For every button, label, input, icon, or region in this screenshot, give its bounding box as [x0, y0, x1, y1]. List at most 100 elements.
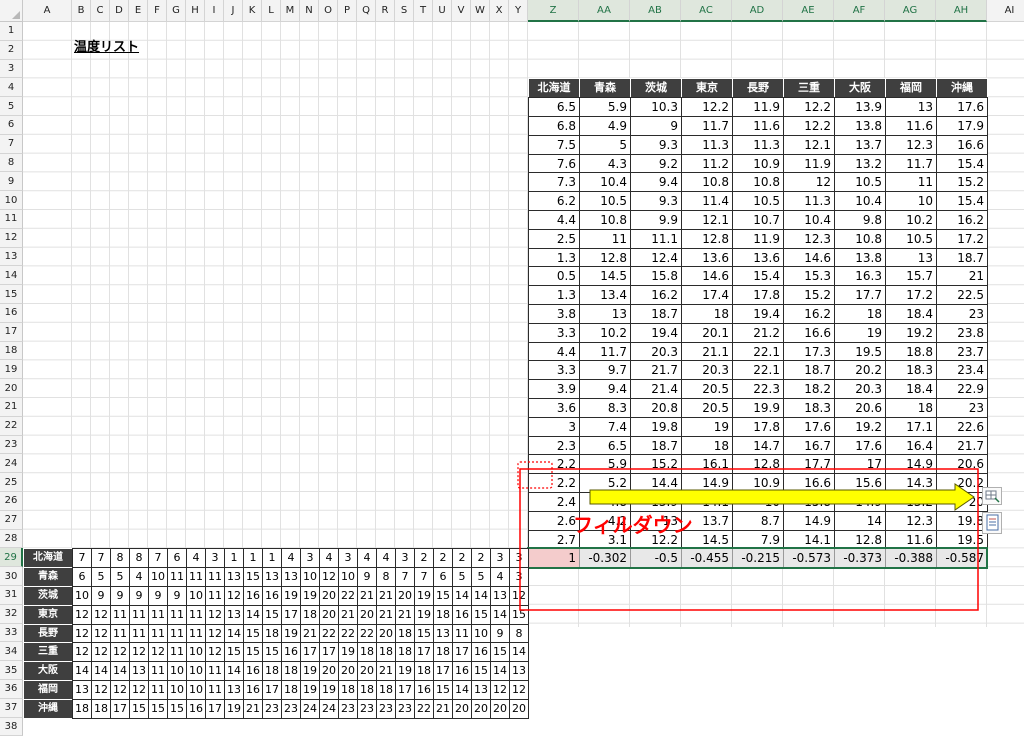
- data-cell[interactable]: 16: [414, 680, 434, 700]
- data-cell[interactable]: 13: [224, 680, 244, 700]
- data-cell[interactable]: 10: [186, 642, 206, 663]
- data-cell[interactable]: 15: [129, 698, 149, 719]
- data-cell[interactable]: 21: [243, 698, 263, 719]
- data-cell[interactable]: 14: [452, 680, 472, 700]
- data-cell[interactable]: 17: [414, 642, 434, 663]
- data-cell[interactable]: 23: [376, 698, 396, 719]
- quick-analysis-icon[interactable]: [982, 487, 1002, 505]
- data-cell[interactable]: 15: [262, 642, 282, 663]
- data-cell[interactable]: 23: [281, 698, 301, 719]
- data-cell[interactable]: 18: [281, 680, 301, 700]
- data-cell[interactable]: 14: [224, 661, 244, 681]
- data-cell[interactable]: 23: [338, 698, 358, 719]
- data-cell[interactable]: 11: [205, 661, 225, 681]
- data-cell[interactable]: 16: [471, 642, 491, 663]
- data-cell[interactable]: 24: [319, 698, 339, 719]
- data-cell[interactable]: 11: [167, 642, 187, 663]
- data-cell[interactable]: 17: [395, 680, 415, 700]
- data-cell[interactable]: 18: [357, 680, 377, 700]
- data-cell[interactable]: 12: [91, 642, 111, 663]
- data-cell[interactable]: 17: [205, 698, 225, 719]
- data-cell[interactable]: 19: [319, 680, 339, 700]
- row-header-34[interactable]: 34: [0, 642, 23, 662]
- data-cell[interactable]: 20: [357, 661, 377, 681]
- data-cell[interactable]: 16: [243, 661, 263, 681]
- data-cell[interactable]: 19: [224, 698, 244, 719]
- data-cell[interactable]: 18: [72, 698, 92, 719]
- data-cell[interactable]: 15: [148, 698, 168, 719]
- data-cell[interactable]: 18: [357, 642, 377, 663]
- data-cell[interactable]: 15: [224, 642, 244, 663]
- data-cell[interactable]: 15: [471, 661, 491, 681]
- data-cell[interactable]: 15: [167, 698, 187, 719]
- data-cell[interactable]: 12: [129, 680, 149, 700]
- spreadsheet[interactable]: A B C D E F G H I J K L M N O P Q R S T U V W X Y Z AA AB AC AD AE AF AG…: [0, 0, 1024, 736]
- data-cell[interactable]: 13: [129, 661, 149, 681]
- data-cell[interactable]: 14: [91, 661, 111, 681]
- data-cell[interactable]: 18: [433, 642, 453, 663]
- data-cell[interactable]: 17: [452, 642, 472, 663]
- data-cell[interactable]: 18: [376, 680, 396, 700]
- data-cell[interactable]: 23: [262, 698, 282, 719]
- data-cell[interactable]: 11: [205, 680, 225, 700]
- data-cell[interactable]: 19: [395, 661, 415, 681]
- data-cell[interactable]: 10: [186, 680, 206, 700]
- data-cell[interactable]: 21: [376, 661, 396, 681]
- data-cell[interactable]: 15: [243, 642, 263, 663]
- data-cell[interactable]: 18: [281, 661, 301, 681]
- data-cell[interactable]: 19: [300, 661, 320, 681]
- data-cell[interactable]: 23: [395, 698, 415, 719]
- data-cell[interactable]: 21: [433, 698, 453, 719]
- data-cell[interactable]: 16: [243, 680, 263, 700]
- data-cell[interactable]: 12: [72, 642, 92, 663]
- data-cell[interactable]: 18: [414, 661, 434, 681]
- data-cell[interactable]: 23: [357, 698, 377, 719]
- data-cell[interactable]: 17: [110, 698, 130, 719]
- data-cell[interactable]: 14: [110, 661, 130, 681]
- row-label-cell[interactable]: 大阪: [23, 661, 73, 681]
- data-cell[interactable]: 20: [471, 698, 491, 719]
- data-cell[interactable]: 16: [186, 698, 206, 719]
- data-cell[interactable]: 20: [490, 698, 510, 719]
- data-cell[interactable]: 18: [91, 698, 111, 719]
- data-cell[interactable]: 12: [490, 680, 510, 700]
- row-label-cell[interactable]: 三重: [23, 642, 73, 663]
- data-cell[interactable]: 19: [300, 680, 320, 700]
- row-label-cell[interactable]: 福岡: [23, 680, 73, 700]
- data-cell[interactable]: 17: [262, 680, 282, 700]
- data-cell[interactable]: 14: [490, 661, 510, 681]
- data-cell[interactable]: 12: [148, 642, 168, 663]
- data-cell[interactable]: 20: [452, 698, 472, 719]
- data-cell[interactable]: 14: [72, 661, 92, 681]
- data-cell[interactable]: 12: [91, 680, 111, 700]
- data-cell[interactable]: 20: [338, 661, 358, 681]
- data-cell[interactable]: 12: [110, 680, 130, 700]
- data-cell[interactable]: 15: [433, 680, 453, 700]
- data-cell[interactable]: 12: [509, 680, 529, 700]
- autofill-options-icon[interactable]: [982, 512, 1002, 534]
- data-cell[interactable]: 13: [72, 680, 92, 700]
- data-cell[interactable]: 15: [490, 642, 510, 663]
- data-cell[interactable]: 14: [509, 642, 529, 663]
- data-cell[interactable]: 18: [395, 642, 415, 663]
- row-header-36[interactable]: 36: [0, 680, 23, 699]
- data-cell[interactable]: 12: [129, 642, 149, 663]
- data-cell[interactable]: 22: [414, 698, 434, 719]
- data-cell[interactable]: 13: [509, 661, 529, 681]
- data-cell[interactable]: 18: [262, 661, 282, 681]
- data-cell[interactable]: 18: [338, 680, 358, 700]
- data-cell[interactable]: 10: [167, 661, 187, 681]
- data-cell[interactable]: 16: [452, 661, 472, 681]
- data-cell[interactable]: 17: [300, 642, 320, 663]
- row-label-cell[interactable]: 沖縄: [23, 698, 73, 719]
- data-cell[interactable]: 18: [376, 642, 396, 663]
- data-cell[interactable]: 13: [471, 680, 491, 700]
- data-cell[interactable]: 12: [110, 642, 130, 663]
- data-cell[interactable]: 10: [167, 680, 187, 700]
- data-cell[interactable]: 20: [509, 698, 529, 719]
- data-cell[interactable]: 11: [148, 661, 168, 681]
- data-cell[interactable]: 16: [281, 642, 301, 663]
- row-header-38[interactable]: 38: [0, 717, 23, 736]
- data-cell[interactable]: 12: [205, 642, 225, 663]
- data-cell[interactable]: 17: [319, 642, 339, 663]
